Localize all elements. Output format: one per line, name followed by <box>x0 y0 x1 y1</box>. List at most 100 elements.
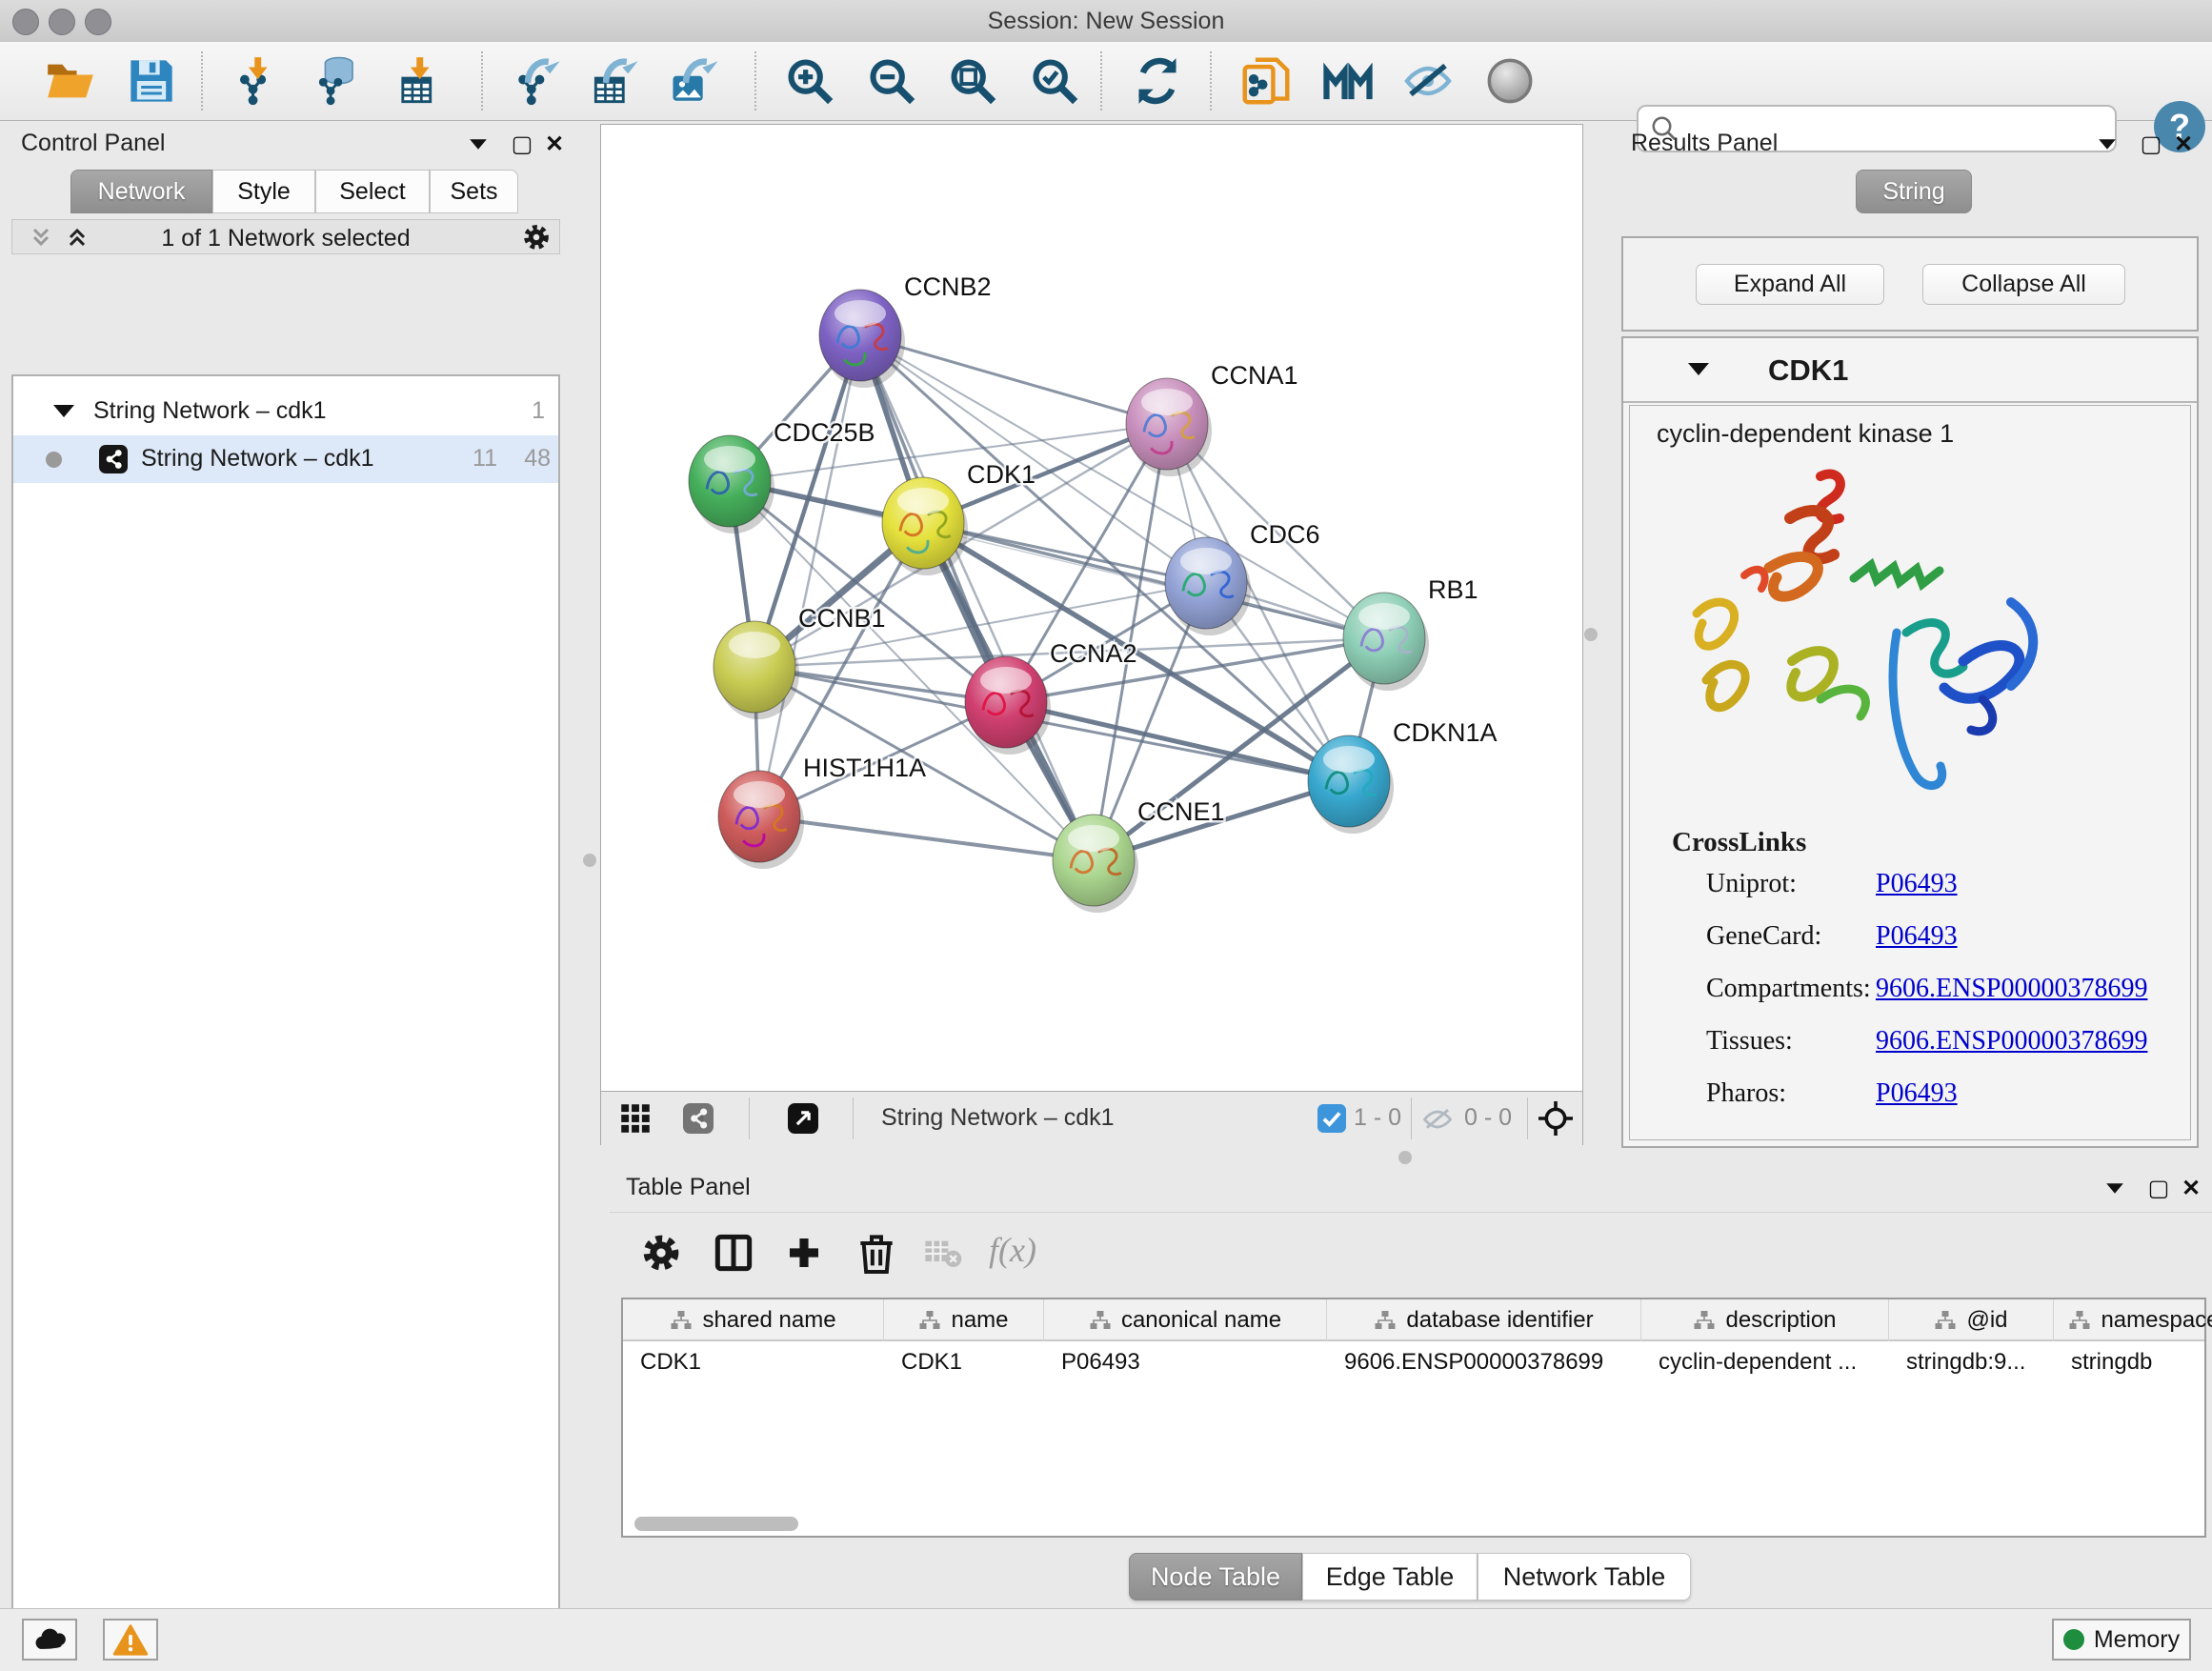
show-columns-icon[interactable] <box>714 1234 753 1272</box>
table-settings-gear-icon[interactable] <box>642 1234 680 1272</box>
column-header-canonical-name[interactable]: canonical name <box>1044 1299 1327 1341</box>
network-view-panel: CCNB2CCNA1CDC25BCDK1CDC6RB1CCNB1CCNA2CDK… <box>600 124 1583 1145</box>
tree-expand-icon[interactable] <box>53 405 74 417</box>
table-toolbar: f(x) <box>610 1212 2212 1297</box>
hide-selection-icon[interactable] <box>1400 53 1456 109</box>
network-list: String Network – cdk1 1 String Network –… <box>11 374 560 1671</box>
gene-description: cyclin-dependent kinase 1 <box>1657 419 1954 449</box>
hidden-eye-icon <box>1422 1107 1453 1132</box>
network-edge[interactable] <box>860 335 1167 424</box>
network-edge[interactable] <box>1006 702 1349 781</box>
horizontal-scrollbar[interactable] <box>634 1517 798 1531</box>
zoom-selected-icon[interactable] <box>1027 53 1082 109</box>
crosslink-value-link[interactable]: 9606.ENSP00000378699 <box>1876 1026 2147 1057</box>
network-selection-bar: 1 of 1 Network selected <box>11 219 560 254</box>
show-all-icon[interactable] <box>1482 53 1538 109</box>
crosslink-value-link[interactable]: P06493 <box>1876 921 1958 952</box>
table-cell[interactable]: 9606.ENSP00000378699 <box>1327 1341 1641 1383</box>
delete-row-trash-icon[interactable] <box>857 1232 895 1274</box>
crosslink-row: Uniprot:P06493 <box>1630 869 2190 921</box>
table-header-row: shared namenamecanonical namedatabase id… <box>623 1299 2204 1341</box>
function-builder-icon[interactable]: f(x) <box>989 1230 1036 1270</box>
tab-node-table[interactable]: Node Table <box>1129 1553 1302 1601</box>
tab-style[interactable]: Style <box>212 170 315 213</box>
expand-all-button[interactable]: Expand All <box>1696 264 1884 305</box>
table-cell[interactable]: stringdb <box>2054 1341 2212 1383</box>
table-cell[interactable]: stringdb:9... <box>1889 1341 2054 1383</box>
column-header-description[interactable]: description <box>1641 1299 1889 1341</box>
crosslink-value-link[interactable]: 9606.ENSP00000378699 <box>1876 974 2147 1004</box>
crosslink-value-link[interactable]: P06493 <box>1876 1078 1958 1109</box>
tab-network[interactable]: Network <box>70 170 212 213</box>
close-panel-icon[interactable]: ✕ <box>535 128 573 160</box>
first-neighbors-icon[interactable] <box>1320 53 1376 109</box>
network-edge[interactable] <box>759 816 1094 860</box>
float-panel-icon[interactable] <box>459 128 497 160</box>
collapse-all-button[interactable]: Collapse All <box>1922 264 2125 305</box>
tab-edge-table[interactable]: Edge Table <box>1302 1553 1478 1601</box>
column-type-icon <box>670 1310 693 1331</box>
export-image-icon[interactable] <box>667 53 722 109</box>
save-session-icon[interactable] <box>124 53 179 109</box>
left-splitter-handle[interactable] <box>583 854 596 867</box>
network-tree-root-row[interactable]: String Network – cdk1 1 <box>13 390 558 435</box>
cloud-status-button[interactable] <box>22 1619 77 1661</box>
crosslink-row: Tissues: 9606.ENSP00000378699 <box>1630 1026 2190 1078</box>
open-session-icon[interactable] <box>43 53 98 109</box>
table-cell[interactable]: P06493 <box>1044 1341 1327 1383</box>
tab-network-table[interactable]: Network Table <box>1478 1553 1691 1601</box>
crosslink-value-link[interactable]: P06493 <box>1876 869 1958 899</box>
zoom-out-icon[interactable] <box>864 53 919 109</box>
apply-layout-icon[interactable] <box>1130 53 1185 109</box>
zoom-fit-icon[interactable] <box>945 53 1000 109</box>
float-panel-icon[interactable] <box>2096 1172 2134 1204</box>
toolbar-separator <box>853 1097 854 1139</box>
close-panel-icon[interactable]: ✕ <box>2164 128 2202 160</box>
accordion-collapse-icon[interactable] <box>1688 363 1709 375</box>
float-panel-icon[interactable] <box>2088 128 2126 160</box>
close-panel-icon[interactable]: ✕ <box>2172 1172 2210 1204</box>
fit-content-crosshair-icon[interactable] <box>1538 1101 1573 1136</box>
birds-eye-view-icon[interactable] <box>788 1103 818 1134</box>
table-row[interactable]: CDK1CDK1P064939606.ENSP00000378699cyclin… <box>623 1341 2204 1383</box>
gene-accordion-header[interactable]: CDK1 <box>1623 338 2197 403</box>
right-splitter-handle[interactable] <box>1584 628 1598 641</box>
results-panel-title: Results Panel <box>1631 130 1778 157</box>
network-tree-child-row-selected[interactable]: String Network – cdk1 11 48 <box>13 435 558 483</box>
grid-view-icon[interactable] <box>620 1103 651 1134</box>
crosslink-label: Tissues: <box>1706 1026 1793 1057</box>
table-cell[interactable]: CDK1 <box>884 1341 1044 1383</box>
import-table-from-file-icon[interactable] <box>391 53 446 109</box>
add-row-plus-icon[interactable] <box>785 1234 823 1272</box>
hidden-count-label: 0 - 0 <box>1464 1104 1512 1132</box>
network-canvas[interactable]: CCNB2CCNA1CDC25BCDK1CDC6RB1CCNB1CCNA2CDK… <box>602 126 1581 1090</box>
import-network-from-file-icon[interactable] <box>229 53 284 109</box>
network-edge[interactable] <box>759 335 860 816</box>
toolbar-separator <box>1210 51 1212 111</box>
node-label-CCNB2: CCNB2 <box>904 272 992 301</box>
network-options-gear-icon[interactable] <box>523 224 550 251</box>
column-header--id[interactable]: @id <box>1889 1299 2054 1341</box>
export-table-icon[interactable] <box>587 53 642 109</box>
gene-accordion: CDK1 cyclin-dependent kinase 1 <box>1621 336 2199 1148</box>
column-header-name[interactable]: name <box>884 1299 1044 1341</box>
node-label-RB1: RB1 <box>1428 575 1478 604</box>
string-view-icon[interactable] <box>683 1103 714 1134</box>
table-cell[interactable]: CDK1 <box>623 1341 884 1383</box>
table-cell[interactable]: cyclin-dependent ... <box>1641 1341 1889 1383</box>
warning-status-button[interactable] <box>103 1619 158 1661</box>
tab-select[interactable]: Select <box>315 170 430 213</box>
tab-sets[interactable]: Sets <box>430 170 518 213</box>
selected-checkbox-icon[interactable] <box>1317 1104 1346 1133</box>
export-network-icon[interactable] <box>509 53 564 109</box>
zoom-in-icon[interactable] <box>782 53 837 109</box>
new-network-from-selection-icon[interactable] <box>1238 53 1294 109</box>
memory-button[interactable]: Memory <box>2052 1619 2191 1661</box>
column-header-database-identifier[interactable]: database identifier <box>1327 1299 1641 1341</box>
tab-string[interactable]: String <box>1856 170 1972 213</box>
column-header-shared-name[interactable]: shared name <box>623 1299 884 1341</box>
toolbar-separator <box>481 51 483 111</box>
delete-table-icon[interactable] <box>924 1239 962 1268</box>
import-network-from-database-icon[interactable] <box>310 53 365 109</box>
column-header-namespace[interactable]: namespace <box>2054 1299 2212 1341</box>
